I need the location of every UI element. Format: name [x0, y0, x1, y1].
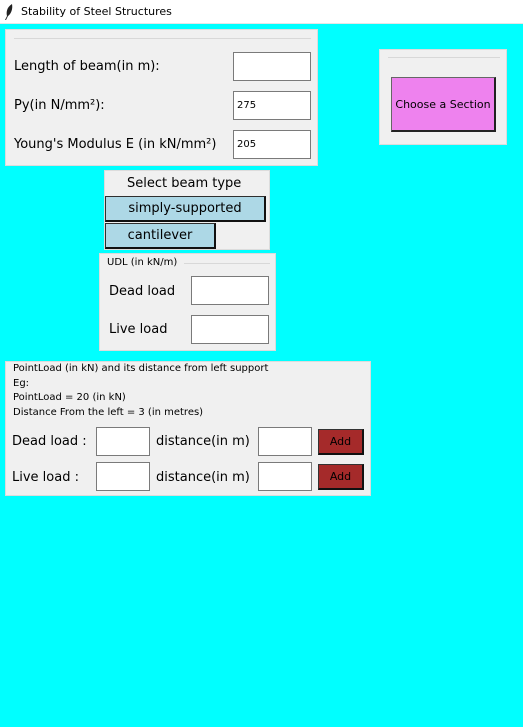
point-dead-distance-label: distance(in m)	[156, 434, 250, 449]
point-live-load-label: Live load :	[12, 470, 79, 485]
youngs-modulus-input[interactable]	[233, 130, 311, 159]
youngs-modulus-label: Young's Modulus E (in kN/mm²)	[14, 137, 217, 152]
point-live-distance-input[interactable]	[258, 462, 312, 491]
udl-live-load-input[interactable]	[191, 315, 269, 344]
panel-separator	[388, 57, 500, 58]
beam-length-label: Length of beam(in m):	[14, 59, 160, 74]
point-dead-load-label: Dead load :	[12, 434, 87, 449]
cantilever-button[interactable]: cantilever	[105, 223, 216, 249]
py-input[interactable]	[233, 91, 311, 120]
title-bar: Stability of Steel Structures	[0, 0, 523, 24]
feather-icon	[5, 4, 13, 20]
beam-parameters-panel: Length of beam(in m): Py(in N/mm²): Youn…	[5, 29, 318, 166]
udl-live-load-label: Live load	[109, 322, 168, 337]
beam-length-input[interactable]	[233, 52, 311, 81]
udl-panel: UDL (in kN/m) Dead load Live load	[99, 253, 276, 351]
beam-type-panel: Select beam type simply-supported cantil…	[104, 170, 270, 250]
point-load-panel: PointLoad (in kN) and its distance from …	[5, 361, 371, 496]
point-dead-load-input[interactable]	[96, 427, 150, 456]
example-point-load: PointLoad = 20 (in kN)	[13, 392, 126, 403]
point-live-load-input[interactable]	[96, 462, 150, 491]
udl-dead-load-input[interactable]	[191, 276, 269, 305]
section-panel: Choose a Section	[379, 49, 507, 145]
window-title: Stability of Steel Structures	[21, 5, 172, 18]
point-load-heading: PointLoad (in kN) and its distance from …	[13, 363, 269, 374]
choose-section-button[interactable]: Choose a Section	[391, 77, 496, 132]
udl-dead-load-label: Dead load	[109, 284, 176, 299]
example-title: Eg:	[13, 378, 30, 389]
point-live-distance-label: distance(in m)	[156, 470, 250, 485]
example-distance: Distance From the left = 3 (in metres)	[13, 407, 204, 418]
panel-separator	[184, 263, 270, 264]
point-dead-distance-input[interactable]	[258, 427, 312, 456]
simply-supported-button[interactable]: simply-supported	[105, 196, 266, 222]
py-label: Py(in N/mm²):	[14, 98, 105, 113]
panel-separator	[14, 38, 311, 39]
add-live-load-button[interactable]: Add	[318, 464, 364, 490]
udl-heading: UDL (in kN/m)	[107, 257, 178, 268]
add-dead-load-button[interactable]: Add	[318, 429, 364, 455]
beam-type-heading: Select beam type	[127, 176, 242, 191]
